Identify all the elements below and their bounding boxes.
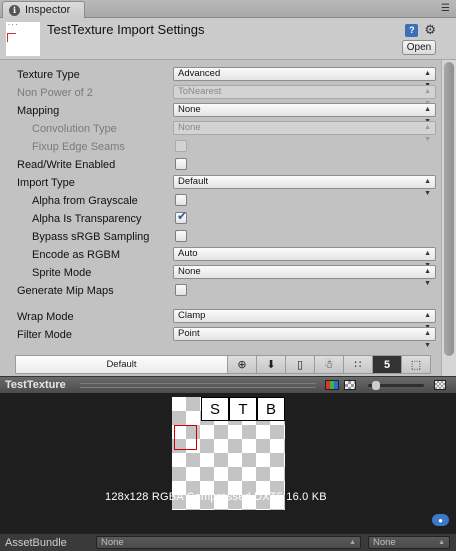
fixup-edge-seams-label: Fixup Edge Seams [32,141,125,153]
package-icon[interactable]: ⬚ [402,355,431,374]
asset-bundle-name-dropdown[interactable]: None▲▼ [96,536,361,551]
scrollbar-thumb[interactable] [444,62,454,356]
asset-bundle-bar: AssetBundle None▲▼ None▲▼ [0,533,456,551]
dropdown-arrow-icon: ▲▼ [349,539,356,551]
open-button[interactable]: Open [402,40,436,55]
read-write-enabled-checkbox[interactable] [175,158,187,170]
info-icon: i [9,4,20,16]
row-alpha-is-transparency: Alpha Is Transparency ✔ [0,209,441,228]
page-title: TestTexture Import Settings [47,22,205,37]
row-filter-mode: Filter Mode Point ▲ ▼ [0,326,441,349]
inspector-header: ˙˙˙ TestTexture Import Settings ? ⚙ Open [0,18,456,60]
wrap-mode-label: Wrap Mode [17,311,74,323]
mapping-label: Mapping [17,105,60,117]
import-type-label: Import Type [17,177,75,189]
wrap-mode-dropdown[interactable]: Clamp▲▼ [173,309,436,331]
asset-bundle-label: AssetBundle [5,537,67,549]
row-convolution-type: Convolution Type None ▲ ▼ [0,120,441,143]
android-icon[interactable]: ☃ [315,355,344,374]
texture-thumbnail: ˙˙˙ [6,22,40,56]
non-power-of-2-label: Non Power of 2 [17,87,93,99]
row-generate-mip-maps: Generate Mip Maps [0,282,441,300]
row-texture-type: Texture Type Advanced▲▼ [0,66,441,89]
filter-mode-dropdown[interactable]: Point ▲ ▼ [173,327,436,349]
tab-default-platform[interactable]: Default [15,355,228,374]
thumbnail-selection-mark [7,33,16,42]
import-settings-panel: Texture Type Advanced▲▼ Non Power of 2 T… [0,60,441,376]
alpha-channel-icon[interactable] [344,380,356,390]
import-type-dropdown[interactable]: Default ▲ ▼ [173,175,436,197]
sprite-mode-label: Sprite Mode [32,267,92,279]
tab-menu-icon[interactable]: ☰ [441,3,450,14]
alpha-is-transparency-checkbox[interactable]: ✔ [175,209,188,224]
bypass-srgb-sampling-label: Bypass sRGB Sampling [32,231,150,243]
tab-inspector[interactable]: i Inspector [2,1,85,18]
texture-info: 128x128 RGBA Compressed DXT5 16.0 KB [105,491,327,503]
mip-level-slider-knob[interactable] [372,381,380,390]
row-sprite-mode: Sprite Mode None ▲ ▼ [0,264,441,287]
alpha-from-grayscale-checkbox[interactable] [175,194,187,206]
platform-tabs: Default ⊕ ⬇ ▯ ☃ ∷ 5 ⬚ [15,355,436,374]
red-selection-box [174,425,197,450]
filter-mode-label: Filter Mode [17,329,73,341]
inspector-scrollbar[interactable] [441,60,456,376]
alpha-from-grayscale-label: Alpha from Grayscale [32,195,138,207]
convolution-type-dropdown: None ▲ ▼ [173,121,436,143]
letter-t-tile: T [229,397,257,421]
encode-as-rgbm-label: Encode as RGBM [32,249,121,261]
mapping-dropdown[interactable]: None▲▼ [173,103,436,125]
gear-icon[interactable]: ⚙ [424,22,436,38]
row-bypass-srgb-sampling: Bypass sRGB Sampling [0,228,441,246]
fixup-edge-seams-checkbox [175,140,187,152]
letter-s-tile: S [201,397,229,421]
globe-icon[interactable]: ⊕ [228,355,257,374]
row-alpha-from-grayscale: Alpha from Grayscale [0,192,441,210]
preview-header: TestTexture [0,376,456,393]
alpha-is-transparency-label: Alpha Is Transparency [32,213,142,225]
asset-bundle-variant-dropdown[interactable]: None▲▼ [368,536,450,551]
letter-b-tile: B [257,397,285,421]
texture-type-label: Texture Type [17,69,80,81]
tag-icon[interactable]: ● [432,514,449,526]
tab-inspector-label: Inspector [25,4,71,16]
tab-bar: i Inspector ☰ [0,0,456,18]
preview-drag-handle[interactable] [80,383,316,388]
sprite-mode-dropdown[interactable]: None ▲ ▼ [173,265,436,287]
download-icon[interactable]: ⬇ [257,355,286,374]
dropdown-arrow-icon: ▲▼ [438,539,445,551]
checkmark-icon: ✔ [177,209,188,223]
row-import-type: Import Type Default ▲ ▼ [0,174,441,197]
convolution-type-label: Convolution Type [32,123,117,135]
texture-type-dropdown[interactable]: Advanced▲▼ [173,67,436,89]
encode-as-rgbm-dropdown[interactable]: Auto▲▼ [173,247,436,269]
phone-icon[interactable]: ▯ [286,355,315,374]
generate-mip-maps-label: Generate Mip Maps [17,285,114,297]
row-wrap-mode: Wrap Mode Clamp▲▼ [0,308,441,331]
texture-preview: S T B 128x128 RGBA Compressed DXT5 16.0 … [0,393,456,533]
thumbnail-dots: ˙˙˙ [8,23,19,32]
row-mapping: Mapping None▲▼ [0,102,441,125]
read-write-enabled-label: Read/Write Enabled [17,159,116,171]
html5-icon[interactable]: 5 [373,355,402,374]
row-non-power-of-2: Non Power of 2 ToNearest▲▼ [0,84,441,107]
row-fixup-edge-seams: Fixup Edge Seams [0,138,441,156]
blackberry-icon[interactable]: ∷ [344,355,373,374]
preview-title: TestTexture [5,379,66,391]
bypass-srgb-sampling-checkbox[interactable] [175,230,187,242]
help-icon[interactable]: ? [405,23,419,37]
dropdown-arrow-icon: ▲▼ [424,330,431,349]
generate-mip-maps-checkbox[interactable] [175,284,187,296]
row-encode-as-rgbm: Encode as RGBM Auto▲▼ [0,246,441,269]
non-power-of-2-dropdown: ToNearest▲▼ [173,85,436,107]
mip-map-icon [434,380,446,390]
row-read-write-enabled: Read/Write Enabled [0,156,441,174]
rgb-channel-icon[interactable] [325,380,339,390]
